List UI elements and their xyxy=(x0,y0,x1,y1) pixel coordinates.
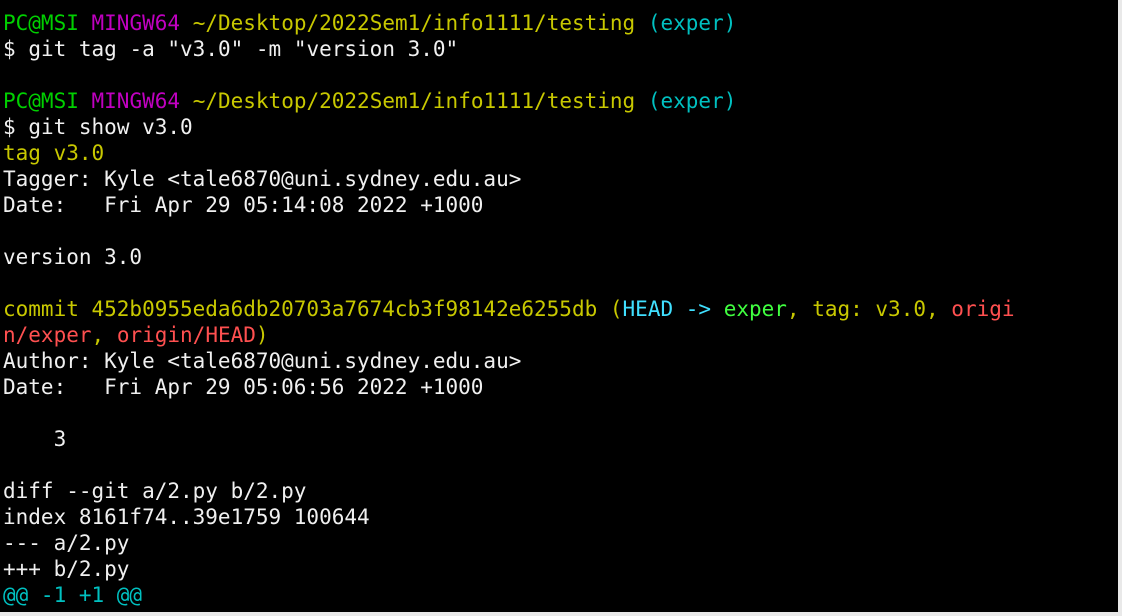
command-text: git tag -a "v3.0" -m "version 3.0" xyxy=(28,37,459,61)
commit-origin-ref: origi xyxy=(951,297,1015,321)
prompt-system: MINGW64 xyxy=(91,11,181,35)
commit-origin-ref-cont: n/exper xyxy=(3,323,92,347)
command-line: $ git show v3.0 xyxy=(3,114,1118,140)
diff-index: index 8161f74..39e1759 100644 xyxy=(3,505,370,529)
tag-date-line: Date: Fri Apr 29 05:14:08 2022 +1000 xyxy=(3,193,484,217)
commit-origin-head-ref: origin/HEAD xyxy=(116,323,256,347)
commit-sep: , xyxy=(786,297,813,321)
diff-hunk-header: @@ -1 +1 @@ xyxy=(3,583,143,607)
diff-minus-file: --- a/2.py xyxy=(3,531,130,555)
commit-branch-ref: exper xyxy=(723,297,787,321)
commit-line: commit 452b0955eda6db20703a7674cb3f98142… xyxy=(3,296,1118,322)
diff-plus-file: +++ b/2.py xyxy=(3,557,130,581)
prompt-dollar: $ xyxy=(3,115,16,139)
tag-message: version 3.0 xyxy=(3,245,143,269)
prompt-branch: (exper) xyxy=(647,11,737,35)
prompt-dollar: $ xyxy=(3,37,16,61)
tagger-line: Tagger: Kyle <tale6870@uni.sydney.edu.au… xyxy=(3,167,522,191)
prompt-line: PC@MSI MINGW64 ~/Desktop/2022Sem1/info11… xyxy=(3,10,1118,36)
commit-hash: commit 452b0955eda6db20703a7674cb3f98142… xyxy=(3,297,610,321)
tag-header: tag v3.0 xyxy=(3,141,105,165)
window-edge-right xyxy=(1118,0,1122,616)
prompt-user-host: PC@MSI xyxy=(3,11,79,35)
commit-message: 3 xyxy=(3,427,67,451)
prompt-line: PC@MSI MINGW64 ~/Desktop/2022Sem1/info11… xyxy=(3,88,1118,114)
author-line: Author: Kyle <tale6870@uni.sydney.edu.au… xyxy=(3,349,522,373)
commit-open-paren: ( xyxy=(609,297,623,321)
commit-sep: , xyxy=(91,323,117,347)
command-text: git show v3.0 xyxy=(28,115,193,139)
diff-header: diff --git a/2.py b/2.py xyxy=(3,479,307,503)
prompt-system: MINGW64 xyxy=(91,89,181,113)
commit-tag-ref: tag: v3.0 xyxy=(812,297,926,321)
commit-date-line: Date: Fri Apr 29 05:06:56 2022 +1000 xyxy=(3,375,484,399)
terminal-window[interactable]: PC@MSI MINGW64 ~/Desktop/2022Sem1/info11… xyxy=(0,0,1118,612)
prompt-user-host: PC@MSI xyxy=(3,89,79,113)
commit-close-paren: ) xyxy=(255,323,269,347)
commit-head-ref: HEAD -> xyxy=(622,297,724,321)
prompt-branch: (exper) xyxy=(647,89,737,113)
prompt-path: ~/Desktop/2022Sem1/info1111/testing xyxy=(192,89,636,113)
window-edge-bottom xyxy=(0,612,1122,616)
prompt-path: ~/Desktop/2022Sem1/info1111/testing xyxy=(192,11,636,35)
commit-line-wrap: n/exper, origin/HEAD) xyxy=(3,322,1118,348)
command-line: $ git tag -a "v3.0" -m "version 3.0" xyxy=(3,36,1118,62)
commit-sep: , xyxy=(926,297,952,321)
